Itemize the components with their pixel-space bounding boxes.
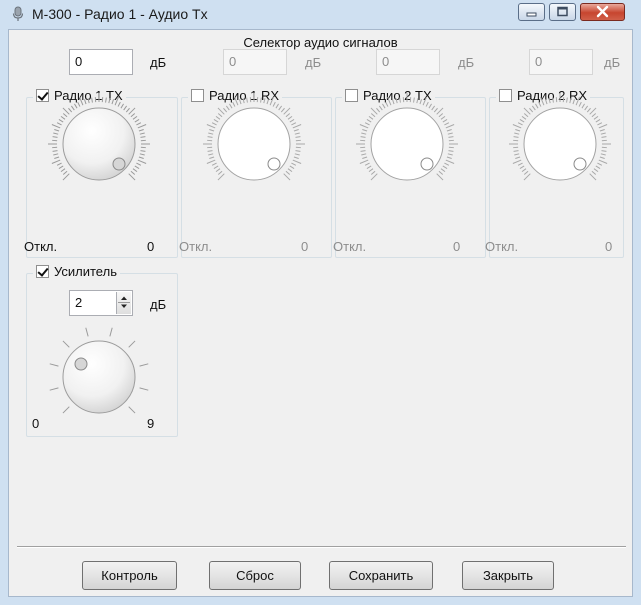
close-button[interactable]: Закрыть bbox=[462, 561, 554, 590]
client-area: Селектор аудио сигналов Радио 1 TX 0 дБ … bbox=[8, 29, 633, 597]
min-label: Откл. bbox=[179, 239, 213, 254]
amplifier-legend[interactable]: Усилитель bbox=[33, 264, 120, 279]
amplifier-knob[interactable] bbox=[42, 320, 156, 434]
gain-input-radio2-tx[interactable]: 0 bbox=[376, 49, 440, 75]
spin-buttons[interactable] bbox=[116, 292, 131, 314]
unit-label: дБ bbox=[604, 55, 621, 70]
amplifier-max-label: 9 bbox=[147, 416, 155, 431]
gain-knob-radio2-tx[interactable] bbox=[350, 87, 464, 201]
gain-input-radio2-rx[interactable]: 0 bbox=[529, 49, 593, 75]
minimize-button[interactable] bbox=[518, 3, 545, 21]
max-label: 0 bbox=[453, 239, 461, 254]
title-bar[interactable]: M-300 - Радио 1 - Аудио Tx bbox=[0, 0, 641, 28]
gain-knob-radio1-tx[interactable] bbox=[42, 87, 156, 201]
unit-label: дБ bbox=[305, 55, 322, 70]
microphone-icon bbox=[12, 6, 24, 21]
main-window: M-300 - Радио 1 - Аудио Tx Селектор ауди… bbox=[0, 0, 641, 605]
min-label: Откл. bbox=[333, 239, 367, 254]
amplifier-unit: дБ bbox=[150, 297, 167, 312]
separator bbox=[17, 546, 626, 548]
amplifier-value: 2 bbox=[75, 295, 83, 310]
save-button[interactable]: Сохранить bbox=[329, 561, 433, 590]
close-window-button[interactable] bbox=[580, 3, 625, 21]
gain-knob-radio2-rx[interactable] bbox=[503, 87, 617, 201]
window-title: M-300 - Радио 1 - Аудио Tx bbox=[32, 6, 208, 22]
unit-label: дБ bbox=[458, 55, 475, 70]
gain-input-radio1-rx[interactable]: 0 bbox=[223, 49, 287, 75]
minimize-icon bbox=[526, 12, 537, 17]
gain-input-radio1-tx[interactable]: 0 bbox=[69, 49, 133, 75]
unit-label: дБ bbox=[150, 55, 167, 70]
control-button[interactable]: Контроль bbox=[82, 561, 177, 590]
selector-caption: Селектор аудио сигналов bbox=[243, 35, 398, 50]
max-label: 0 bbox=[301, 239, 309, 254]
maximize-icon bbox=[557, 6, 568, 17]
close-icon bbox=[596, 5, 609, 18]
amplifier-checkbox[interactable] bbox=[36, 265, 49, 278]
spin-arrows-icon bbox=[118, 296, 130, 308]
max-label: 0 bbox=[147, 239, 155, 254]
max-label: 0 bbox=[605, 239, 613, 254]
amplifier-label: Усилитель bbox=[54, 264, 117, 279]
amplifier-min-label: 0 bbox=[32, 416, 40, 431]
min-label: Откл. bbox=[24, 239, 58, 254]
min-label: Откл. bbox=[485, 239, 519, 254]
maximize-button[interactable] bbox=[549, 3, 576, 21]
amplifier-value-stepper[interactable]: 2 bbox=[69, 290, 133, 316]
gain-knob-radio1-rx[interactable] bbox=[197, 87, 311, 201]
reset-button[interactable]: Сброс bbox=[209, 561, 301, 590]
